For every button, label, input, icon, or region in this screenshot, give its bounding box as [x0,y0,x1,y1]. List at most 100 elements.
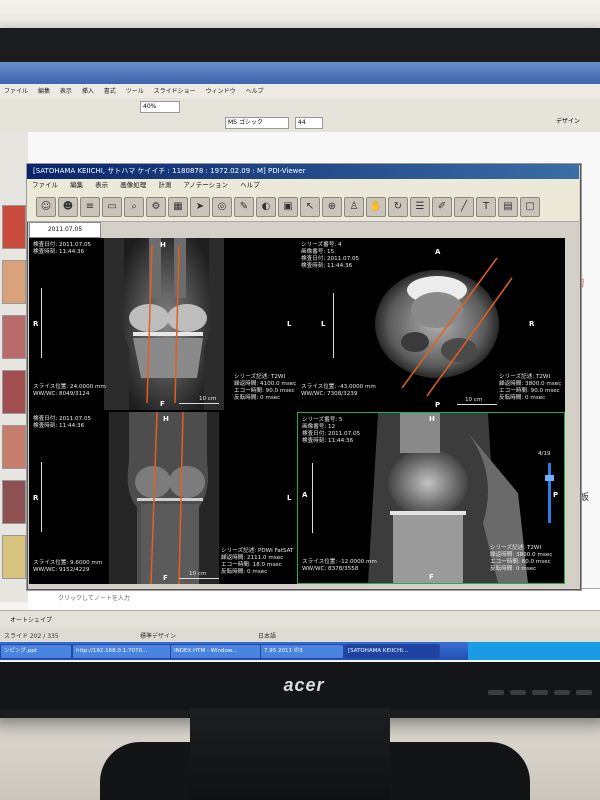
monitor-button[interactable] [488,690,504,695]
repetition-time: 繰返時間: 2111.0 msec [221,555,284,561]
viewer-menu-help[interactable]: ヘルプ [235,179,265,191]
slide-thumbnail[interactable] [2,260,26,304]
mri-pane-axial-t2[interactable]: シリーズ番号: 4 画像番号: 15 検査日付: 2011.07.05 検査時刻… [297,238,565,410]
menu-slideshow[interactable]: スライドショー [150,84,200,97]
menu-view[interactable]: 表示 [56,84,76,97]
design-button[interactable]: デザイン [556,117,596,127]
slide-thumbnail[interactable] [2,480,26,524]
contrast-icon[interactable]: ◐ [256,197,276,217]
frame-slider-thumb[interactable] [545,475,554,481]
person-icon[interactable]: ♙ [344,197,364,217]
mri-pane-coronal-pd[interactable]: 検査日付: 2011.07.05 検査時刻: 11:44:36 スライス位置: … [29,412,297,584]
taskbar-button[interactable]: http://192.168.0.1:7070... [72,644,172,659]
status-bar: スライド 202 / 335 標準デザイン 日本語 [0,628,600,642]
study-time: 検査時刻: 11:44:36 [301,263,353,269]
save-icon[interactable]: ▤ [498,197,518,217]
target-icon[interactable]: ◎ [212,197,232,217]
study-date-tab[interactable]: 2011.07.05 [29,222,101,238]
menu-help[interactable]: ヘルプ [242,84,268,97]
orientation-top: A [435,248,441,256]
inversion-time: 反転時間: 0 msec [234,395,281,401]
viewer-titlebar[interactable]: [SATOHAMA KEIICHI, サトハマ ケイイチ : 1180878 :… [27,164,579,179]
slice-position: スライス位置: -43.0000 mm [301,384,376,390]
taskbar-button-active[interactable]: [SATOHAMA KEIICHI... [344,644,440,659]
orientation-top: H [429,415,435,423]
vertical-ruler [41,288,45,358]
stack-icon[interactable]: ☰ [410,197,430,217]
study-time: 検査時刻: 11:44:36 [302,438,354,444]
pen-icon[interactable]: ✐ [432,197,452,217]
monitor-button[interactable] [576,690,592,695]
autoshape-menu[interactable]: オートシェイプ [10,615,52,624]
folder-icon[interactable]: ▭ [102,197,122,217]
repetition-time: 繰返時間: 3800.0 msec [499,381,562,387]
menu-insert[interactable]: 挿入 [78,84,98,97]
slide-thumbnail-panel [0,132,29,602]
menu-tools[interactable]: ツール [122,84,148,97]
rotate-icon[interactable]: ↻ [388,197,408,217]
monitor-button[interactable] [532,690,548,695]
font-size-select[interactable]: 44 [295,117,323,129]
cursor-icon[interactable]: ↖ [300,197,320,217]
users-icon[interactable]: ☻ [58,197,78,217]
inversion-time: 反転時間: 0 msec [221,569,268,575]
grid-icon[interactable]: ▦ [168,197,188,217]
taskbar-button[interactable]: ンピング.ppt [0,644,72,659]
notes-placeholder: クリックしてノートを入力 [58,595,130,602]
orientation-right: R [529,320,535,328]
slice-position: スライス位置: 24.0000 mm [33,384,106,390]
viewer-menu-image[interactable]: 画像処理 [115,179,151,191]
slide-thumbnail[interactable] [2,425,26,469]
tools-icon[interactable]: ⚙ [146,197,166,217]
pointer-icon[interactable]: ➤ [190,197,210,217]
presentation-menubar: ファイル 編集 表示 挿入 書式 ツール スライドショー ウィンドウ ヘルプ [0,84,600,98]
viewer-menu-annotation[interactable]: アノテーション [178,179,233,191]
menu-format[interactable]: 書式 [100,84,120,97]
text-icon[interactable]: T [476,197,496,217]
monitor-icon[interactable]: ▢ [520,197,540,217]
edit-icon[interactable]: ✎ [234,197,254,217]
system-tray [468,642,600,660]
study-time: 検査時刻: 11:44:36 [33,423,85,429]
orientation-left: A [302,491,308,499]
layout-icon[interactable]: ▣ [278,197,298,217]
viewer-menu-measure[interactable]: 計測 [153,179,176,191]
menu-edit[interactable]: 編集 [34,84,54,97]
mri-pane-coronal-t2[interactable]: 検査日付: 2011.07.05 検査時刻: 11:44:36 スライス位置: … [29,238,297,410]
orientation-left: L [321,320,326,328]
menu-file[interactable]: ファイル [0,84,32,97]
viewer-menu-edit[interactable]: 編集 [65,179,88,191]
font-name-select[interactable]: MS ゴシック [225,117,289,129]
slide-thumbnail[interactable] [2,535,26,579]
status-language: 日本語 [258,633,277,640]
frame-slider[interactable] [548,463,551,523]
monitor-button[interactable] [554,690,570,695]
inversion-time: 反転時間: 0 msec [499,395,546,401]
menu-window[interactable]: ウィンドウ [202,84,240,97]
zoom-select[interactable]: 40% [140,101,180,113]
window-level: WW/WC: 7308/3239 [301,391,358,397]
monitor-button[interactable] [510,690,526,695]
line-icon[interactable]: ╱ [454,197,474,217]
frame-counter: 4/19 [538,451,551,457]
hand-icon[interactable]: ✋ [366,197,386,217]
slice-position: スライス位置: -12.0000 mm [302,559,377,565]
slide-thumbnail[interactable] [2,205,26,249]
orientation-left: R [33,494,39,502]
taskbar-button[interactable]: INDEX.HTM - Window... [170,644,262,659]
vertical-ruler [312,463,316,533]
viewer-menu-view[interactable]: 表示 [90,179,113,191]
slice-position: スライス位置: 9.6000 mm [33,560,103,566]
taskbar-button[interactable]: 7.95 2011 の3 [260,644,344,659]
orientation-top: H [163,415,169,423]
zoom-icon[interactable]: ⊕ [322,197,342,217]
viewer-menu-file[interactable]: ファイル [27,179,63,191]
patient-icon[interactable]: ☺ [36,197,56,217]
presentation-toolbar: 40% MS ゴシック 44 デザイン [0,98,600,133]
list-icon[interactable]: ≡ [80,197,100,217]
slide-thumbnail[interactable] [2,315,26,359]
mri-pane-sagittal-t2[interactable]: シリーズ番号: 5 画像番号: 12 検査日付: 2011.07.05 検査時刻… [297,412,565,584]
orientation-left: R [33,320,39,328]
slide-thumbnail[interactable] [2,370,26,414]
find-icon[interactable]: ⌕ [124,197,144,217]
